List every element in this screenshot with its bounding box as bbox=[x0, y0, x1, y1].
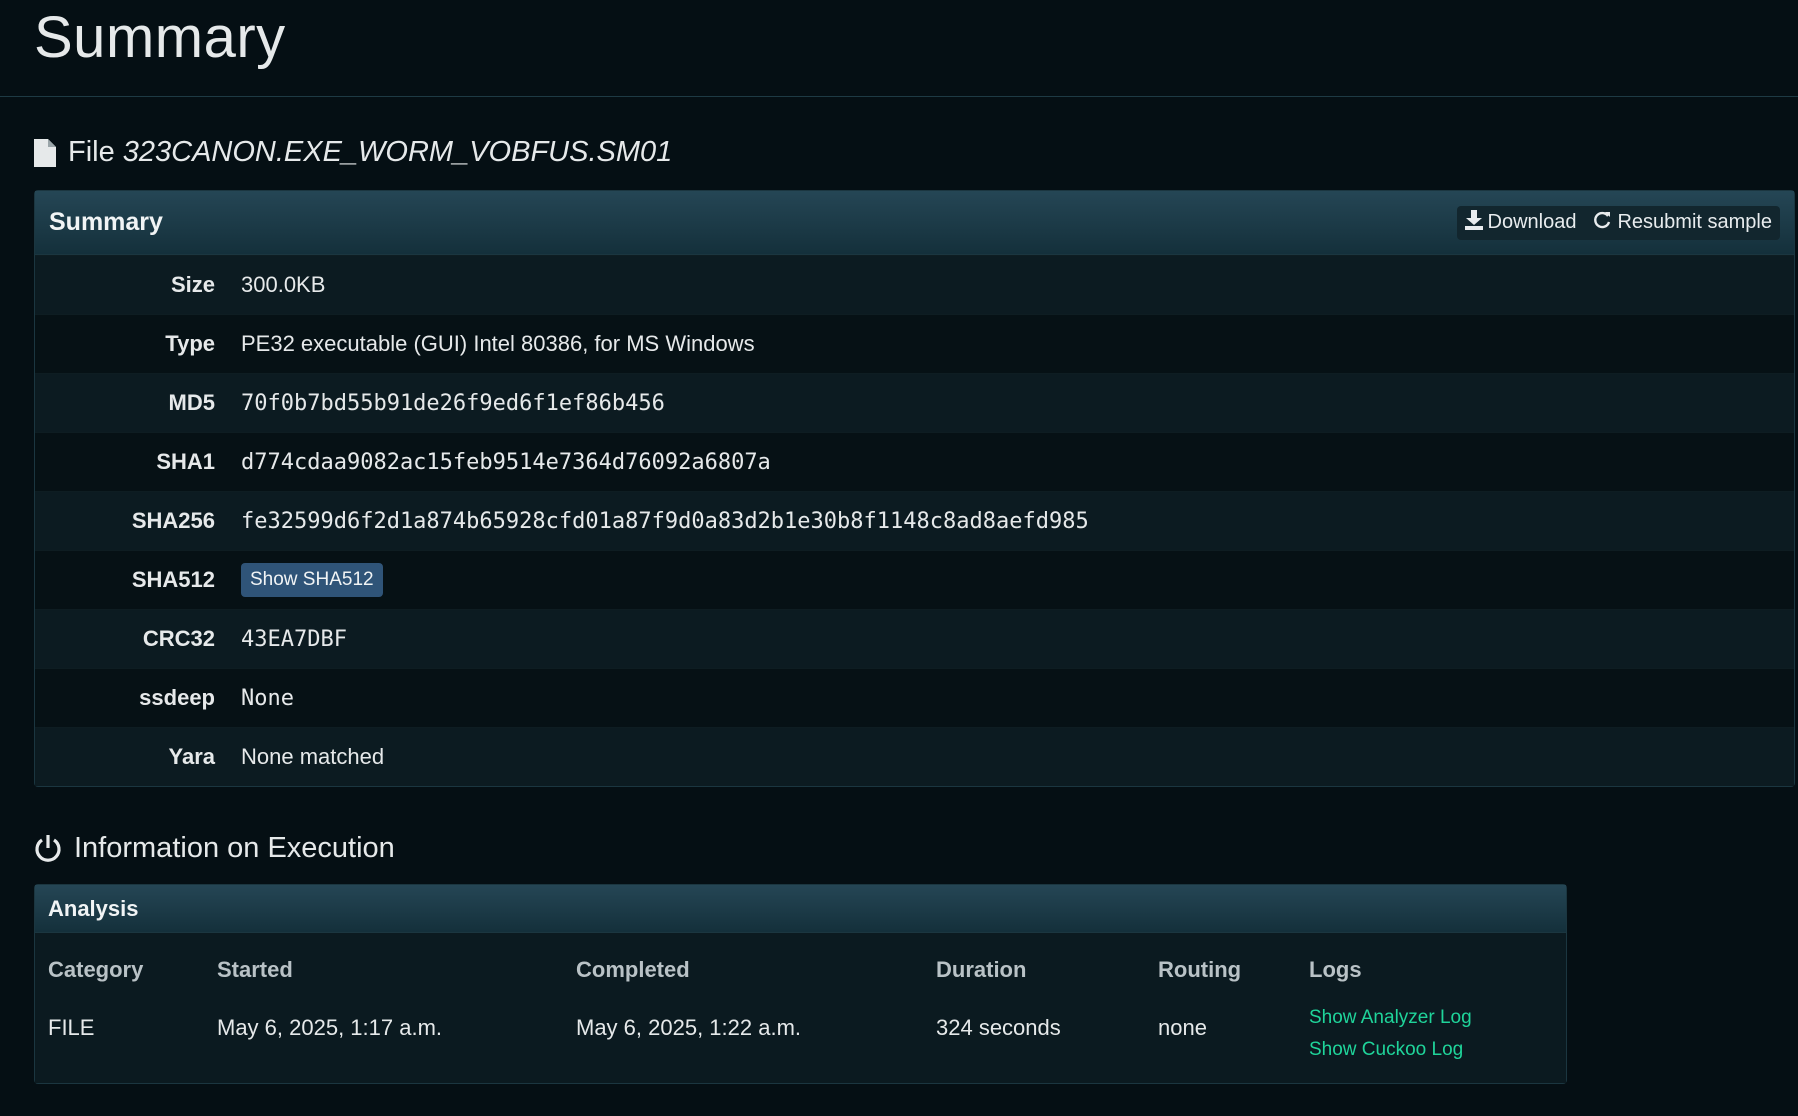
col-completed: Completed bbox=[576, 957, 690, 982]
row-key: SHA256 bbox=[131, 508, 215, 533]
row-value: None matched bbox=[241, 744, 385, 769]
summary-row-ssdeep: ssdeep None bbox=[35, 668, 1794, 727]
col-duration: Duration bbox=[936, 957, 1027, 982]
summary-row-sha1: SHA1 d774cdaa9082ac15feb9514e7364d76092a… bbox=[35, 432, 1794, 491]
summary-table: Size 300.0KB Type PE32 executable (GUI) … bbox=[35, 255, 1794, 786]
analysis-panel: Analysis Category Started Completed Dura… bbox=[34, 884, 1567, 1084]
cell-started: May 6, 2025, 1:17 a.m. bbox=[217, 1015, 443, 1040]
cell-routing: none bbox=[1158, 1015, 1207, 1040]
row-key: Type bbox=[165, 331, 215, 356]
row-value: 300.0KB bbox=[241, 272, 326, 297]
cell-logs: Show Analyzer Log Show Cuckoo Log bbox=[1309, 1002, 1472, 1066]
show-sha512-button[interactable]: Show SHA512 bbox=[241, 563, 383, 597]
cell-duration: 324 seconds bbox=[936, 1015, 1061, 1040]
summary-toolbar: Download Resubmit sample bbox=[1456, 205, 1780, 240]
col-started: Started bbox=[217, 957, 293, 982]
power-icon bbox=[34, 834, 62, 864]
file-icon bbox=[34, 138, 56, 167]
row-value: 70f0b7bd55b91de26f9ed6f1ef86b456 bbox=[241, 390, 665, 416]
summary-panel-header: Summary Download Resubmit sample bbox=[35, 191, 1794, 255]
summary-panel-title: Summary bbox=[49, 208, 163, 236]
row-key: SHA1 bbox=[156, 449, 215, 474]
file-label: File bbox=[68, 136, 115, 168]
resubmit-label: Resubmit sample bbox=[1617, 211, 1772, 233]
summary-row-sha256: SHA256 fe32599d6f2d1a874b65928cfd01a87f9… bbox=[35, 491, 1794, 550]
show-cuckoo-log-link[interactable]: Show Cuckoo Log bbox=[1309, 1034, 1472, 1066]
analysis-panel-title: Analysis bbox=[35, 885, 1566, 933]
show-analyzer-log-link[interactable]: Show Analyzer Log bbox=[1309, 1002, 1472, 1034]
row-key: CRC32 bbox=[142, 626, 215, 651]
row-key: ssdeep bbox=[139, 685, 215, 710]
download-icon bbox=[1464, 209, 1483, 236]
execution-title: Information on Execution bbox=[74, 832, 395, 864]
col-routing: Routing bbox=[1158, 957, 1242, 982]
summary-row-size: Size 300.0KB bbox=[35, 255, 1794, 314]
resubmit-button[interactable]: Resubmit sample bbox=[1592, 210, 1772, 236]
download-label: Download bbox=[1487, 211, 1577, 233]
row-value: Show SHA512 bbox=[241, 563, 383, 597]
col-logs: Logs bbox=[1309, 957, 1362, 982]
file-name: 323CANON.EXE_WORM_VOBFUS.SM01 bbox=[122, 136, 673, 168]
cell-category: FILE bbox=[48, 1015, 95, 1040]
summary-row-yara: Yara None matched bbox=[35, 727, 1794, 786]
page-header: Summary bbox=[0, 0, 1798, 97]
summary-panel: Summary Download Resubmit sample Size 30… bbox=[34, 190, 1795, 787]
file-heading: File 323CANON.EXE_WORM_VOBFUS.SM01 bbox=[34, 136, 672, 169]
col-category: Category bbox=[48, 957, 144, 982]
row-value: None bbox=[241, 685, 294, 711]
summary-row-type: Type PE32 executable (GUI) Intel 80386, … bbox=[35, 314, 1794, 373]
summary-row-md5: MD5 70f0b7bd55b91de26f9ed6f1ef86b456 bbox=[35, 373, 1794, 432]
row-value: PE32 executable (GUI) Intel 80386, for M… bbox=[241, 331, 755, 356]
row-value: fe32599d6f2d1a874b65928cfd01a87f9d0a83d2… bbox=[241, 508, 1089, 534]
execution-heading: Information on Execution bbox=[34, 832, 395, 865]
row-key: SHA512 bbox=[131, 567, 215, 592]
row-value: d774cdaa9082ac15feb9514e7364d76092a6807a bbox=[241, 449, 771, 475]
analysis-table: Category Started Completed Duration Rout… bbox=[35, 933, 1566, 1083]
row-key: MD5 bbox=[168, 390, 215, 415]
cell-completed: May 6, 2025, 1:22 a.m. bbox=[576, 1015, 802, 1040]
summary-row-sha512: SHA512 Show SHA512 bbox=[35, 550, 1794, 609]
row-key: Size bbox=[170, 272, 215, 297]
row-key: Yara bbox=[168, 744, 216, 769]
row-value: 43EA7DBF bbox=[241, 626, 347, 652]
summary-row-crc32: CRC32 43EA7DBF bbox=[35, 609, 1794, 668]
refresh-icon bbox=[1592, 210, 1612, 236]
download-button[interactable]: Download bbox=[1464, 209, 1577, 236]
page-title: Summary bbox=[34, 5, 286, 70]
